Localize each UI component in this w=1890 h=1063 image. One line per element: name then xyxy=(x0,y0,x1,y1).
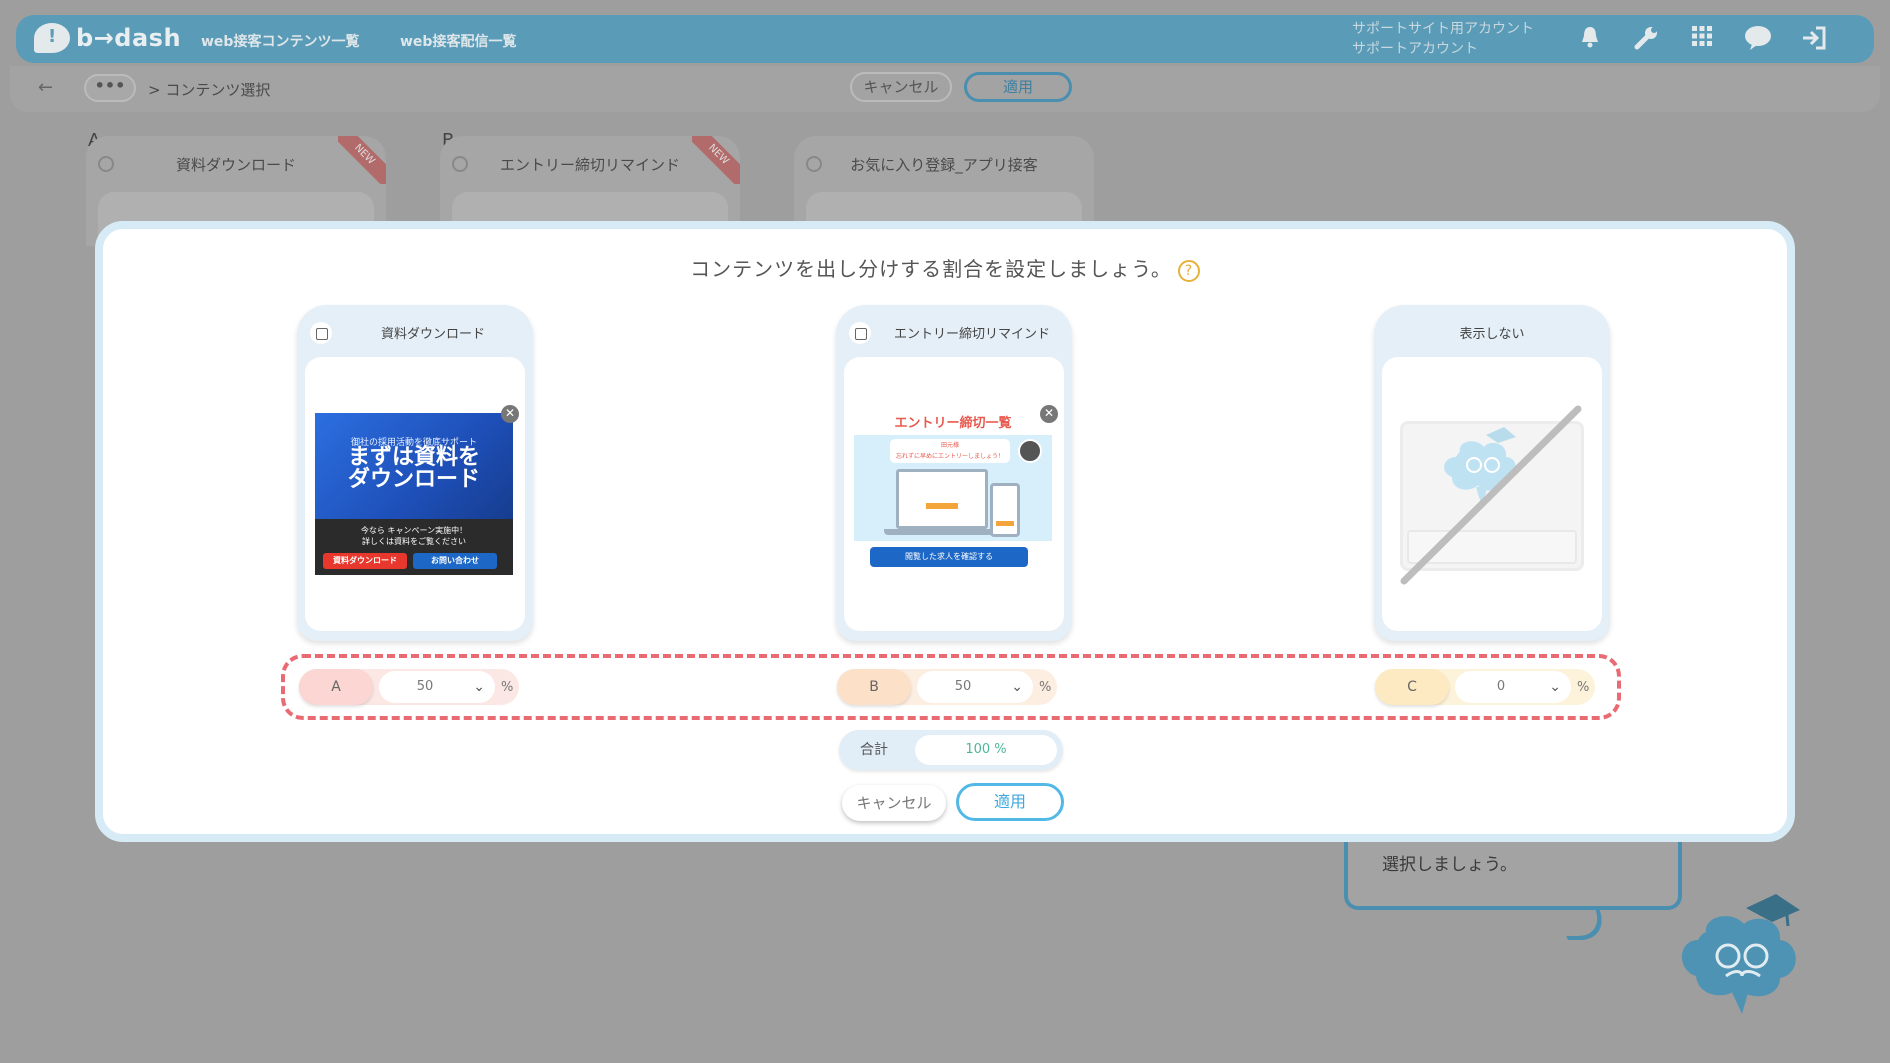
banner-a-headline: まずは資料を ダウンロード xyxy=(347,445,480,492)
banner-b-heading: エントリー締切一覧 xyxy=(854,413,1052,435)
modal-title: コンテンツを出し分けする割合を設定しましょう。? xyxy=(103,253,1787,282)
ratio-input-b: B 50 ⌄ % xyxy=(837,669,1057,705)
chevron-down-icon: ⌄ xyxy=(1011,679,1023,695)
percent-unit: % xyxy=(1577,679,1590,695)
total-value: 100 % xyxy=(915,735,1057,765)
entry-reminder-banner-preview: エントリー締切一覧 田元様 忘れずに早めにエントリーしましょう！ xyxy=(854,413,1052,541)
modal-cancel-button[interactable]: キャンセル xyxy=(842,785,946,821)
total-label: 合計 xyxy=(839,730,909,770)
content-card-a[interactable]: 資料ダウンロード 御社の採用活動を徹底サポート まずは資料を ダウンロード 今な… xyxy=(297,305,533,641)
modal-apply-button[interactable]: 適用 xyxy=(956,783,1064,821)
content-card-none[interactable]: 表示しない xyxy=(1374,305,1610,641)
more-breadcrumb-button[interactable]: ••• xyxy=(84,74,136,102)
tip-bubble-tail xyxy=(1552,906,1614,940)
banner-a-campaign: 今なら キャンペーン実施中！ 詳しくは資料をご覧ください xyxy=(360,526,468,546)
content-card-b[interactable]: エントリー締切リマインド エントリー締切一覧 田元様 忘れずに早めにエントリーし… xyxy=(836,305,1072,641)
bell-icon[interactable] xyxy=(1576,25,1604,53)
nav-link-contents[interactable]: web接客コンテンツ一覧 xyxy=(201,31,359,51)
ratio-select-c[interactable]: 0 ⌄ xyxy=(1455,671,1571,703)
chevron-down-icon: ⌄ xyxy=(1549,679,1561,695)
chevron-down-icon: ⌄ xyxy=(473,679,485,695)
laptop-illustration xyxy=(896,469,988,529)
back-arrow-icon[interactable]: ← xyxy=(38,77,53,98)
card-b-preview: エントリー締切一覧 田元様 忘れずに早めにエントリーしましょう！ 閲覧した求人を… xyxy=(844,357,1064,631)
ratio-label-a: A xyxy=(299,669,373,705)
tip-text: 選択しましょう。 xyxy=(1382,855,1517,875)
ratio-label-c: C xyxy=(1375,669,1449,705)
card-a-title: 資料ダウンロード xyxy=(380,327,485,342)
percent-unit: % xyxy=(1039,679,1052,695)
banner-a-contact-button: お問い合わせ xyxy=(413,553,497,569)
mascot-brain-icon xyxy=(1681,894,1800,1014)
ratio-select-b[interactable]: 50 ⌄ xyxy=(917,671,1033,703)
card-a-preview: 御社の採用活動を徹底サポート まずは資料を ダウンロード 今なら キャンペーン実… xyxy=(305,357,525,631)
card-c-preview xyxy=(1382,357,1602,631)
decor-bar xyxy=(996,521,1014,526)
new-badge: NEW xyxy=(338,136,386,184)
banner-b-speech: 田元様 忘れずに早めにエントリーしましょう！ xyxy=(890,439,1010,463)
toolbar-cancel-button[interactable]: キャンセル xyxy=(850,72,952,102)
new-badge: NEW xyxy=(692,136,740,184)
breadcrumb: > コンテンツ選択 xyxy=(148,81,271,99)
laptop-base xyxy=(884,529,1002,535)
phone-illustration xyxy=(990,483,1020,537)
logout-icon[interactable] xyxy=(1800,25,1828,53)
apps-grid-icon[interactable] xyxy=(1688,25,1716,53)
nav-link-delivery[interactable]: web接客配信一覧 xyxy=(400,31,516,51)
percent-unit: % xyxy=(501,679,514,695)
banner-a-download-button: 資料ダウンロード xyxy=(323,553,407,569)
card-c-title: 表示しない xyxy=(1459,327,1525,342)
close-icon: ✕ xyxy=(1040,405,1058,423)
toolbar-apply-button[interactable]: 適用 xyxy=(964,72,1072,102)
tip-speech-bubble: 選択しましょう。 xyxy=(1344,830,1682,910)
help-icon[interactable]: ? xyxy=(1177,259,1200,282)
download-banner-preview: 御社の採用活動を徹底サポート まずは資料を ダウンロード 今なら キャンペーン実… xyxy=(315,413,513,575)
account-info[interactable]: サポートサイト用アカウント サポートアカウント xyxy=(1352,19,1534,59)
modal-title-text: コンテンツを出し分けする割合を設定しましょう。 xyxy=(690,257,1172,281)
app-logo[interactable]: b→dash xyxy=(34,23,181,53)
ratio-label-b: B xyxy=(837,669,911,705)
banner-b-cta-button: 閲覧した求人を確認する xyxy=(870,547,1028,567)
decor-bar xyxy=(926,503,958,509)
top-navigation-bar: b→dash web接客コンテンツ一覧 web接客配信一覧 サポートサイト用アカ… xyxy=(16,15,1874,63)
total-field: 合計 100 % xyxy=(839,730,1063,770)
chat-icon[interactable] xyxy=(1744,25,1772,53)
logo-text: b→dash xyxy=(76,24,182,52)
ratio-input-a: A 50 ⌄ % xyxy=(299,669,519,705)
bg-card-title: お気に入り登録_アプリ接客 xyxy=(850,156,1038,174)
avatar xyxy=(1018,439,1042,463)
close-icon: ✕ xyxy=(501,405,519,423)
ratio-settings-modal: コンテンツを出し分けする割合を設定しましょう。? 資料ダウンロード 御社の採用活… xyxy=(95,221,1795,842)
wrench-icon[interactable] xyxy=(1632,25,1660,53)
account-name: サポートサイト用アカウント xyxy=(1352,21,1534,37)
ratio-input-c: C 0 ⌄ % xyxy=(1375,669,1595,705)
ratio-select-a[interactable]: 50 ⌄ xyxy=(379,671,495,703)
card-b-title: エントリー締切リマインド xyxy=(893,327,1050,342)
no-display-mascot-icon xyxy=(1400,405,1582,585)
logo-bubble-icon xyxy=(34,23,70,53)
account-user: サポートアカウント xyxy=(1352,41,1478,57)
